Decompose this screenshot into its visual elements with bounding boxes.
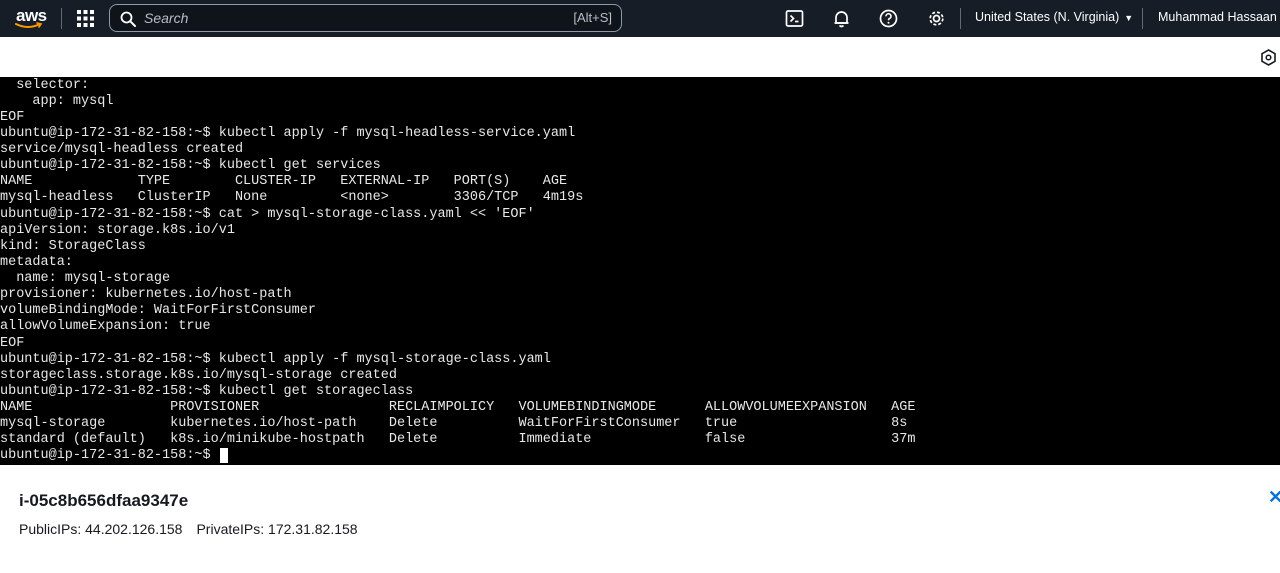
top-navigation: aws [Alt+S] [0, 0, 1280, 37]
session-toolbar [0, 37, 1280, 77]
gear-icon[interactable] [927, 9, 946, 28]
terminal-line: volumeBindingMode: WaitForFirstConsumer [0, 303, 316, 318]
terminal-line: allowVolumeExpansion: true [0, 319, 211, 334]
search-icon [120, 11, 136, 27]
terminal-line: mysql-storage kubernetes.io/host-path De… [0, 416, 908, 431]
terminal-cursor [219, 448, 228, 463]
terminal[interactable]: selector: app: mysql EOF ubuntu@ip-172-3… [0, 77, 1280, 465]
terminal-line: ubuntu@ip-172-31-82-158:~$ kubectl apply… [0, 352, 551, 367]
terminal-line: selector: [0, 78, 90, 93]
aws-logo[interactable]: aws [14, 5, 48, 32]
terminal-line: storageclass.storage.k8s.io/mysql-storag… [0, 368, 397, 383]
terminal-line: EOF [0, 110, 25, 125]
terminal-line: EOF [0, 336, 25, 351]
hexagon-settings-icon[interactable] [1260, 49, 1277, 66]
terminal-line: mysql-headless ClusterIP None <none> 330… [0, 190, 584, 205]
search-box[interactable]: [Alt+S] [109, 4, 622, 32]
nav-divider [61, 8, 62, 29]
public-ips: PublicIPs: 44.202.126.158 [19, 521, 183, 537]
terminal-prompt: ubuntu@ip-172-31-82-158:~$ [0, 448, 219, 463]
region-selector[interactable]: United States (N. Virginia) ▼ [975, 10, 1133, 24]
close-icon[interactable]: ✕ [1268, 490, 1280, 504]
private-ips: PrivateIPs: 172.31.82.158 [196, 521, 358, 537]
terminal-line: standard (default) k8s.io/minikube-hostp… [0, 432, 916, 447]
terminal-line: NAME PROVISIONER RECLAIMPOLICY VOLUMEBIN… [0, 400, 916, 415]
instance-ips: PublicIPs: 44.202.126.158 PrivateIPs: 172… [19, 521, 358, 537]
terminal-line: service/mysql-headless created [0, 142, 244, 157]
search-input[interactable] [144, 9, 504, 27]
terminal-line: ubuntu@ip-172-31-82-158:~$ kubectl apply… [0, 126, 576, 141]
terminal-line: app: mysql [0, 94, 114, 109]
cloudshell-icon[interactable] [785, 9, 804, 28]
terminal-line: kind: StorageClass [0, 239, 146, 254]
instance-info-panel: i-05c8b656dfaa9347e PublicIPs: 44.202.12… [0, 465, 1280, 573]
apps-grid-icon[interactable] [77, 10, 94, 27]
terminal-line: ubuntu@ip-172-31-82-158:~$ cat > mysql-s… [0, 207, 535, 222]
terminal-line: NAME TYPE CLUSTER-IP EXTERNAL-IP PORT(S)… [0, 174, 568, 189]
terminal-line: ubuntu@ip-172-31-82-158:~$ kubectl get s… [0, 384, 414, 399]
region-label: United States (N. Virginia) [975, 10, 1120, 24]
user-name: Muhammad Hassaan [1158, 10, 1277, 24]
nav-divider [960, 8, 961, 29]
help-icon[interactable] [879, 9, 898, 28]
bell-icon[interactable] [832, 9, 851, 28]
account-menu[interactable]: Muhammad Hassaan▼ [1158, 10, 1280, 24]
caret-down-icon: ▼ [1124, 13, 1134, 23]
terminal-line: metadata: [0, 255, 73, 270]
instance-id: i-05c8b656dfaa9347e [19, 491, 189, 510]
terminal-line: ubuntu@ip-172-31-82-158:~$ kubectl get s… [0, 158, 381, 173]
search-shortcut-hint: [Alt+S] [573, 10, 612, 25]
terminal-prompt-line[interactable]: ubuntu@ip-172-31-82-158:~$ [0, 448, 228, 464]
terminal-line: name: mysql-storage [0, 271, 171, 286]
aws-smile-icon [15, 22, 43, 28]
terminal-line: provisioner: kubernetes.io/host-path [0, 287, 292, 302]
terminal-line: apiVersion: storage.k8s.io/v1 [0, 223, 235, 238]
nav-divider [1142, 8, 1143, 29]
